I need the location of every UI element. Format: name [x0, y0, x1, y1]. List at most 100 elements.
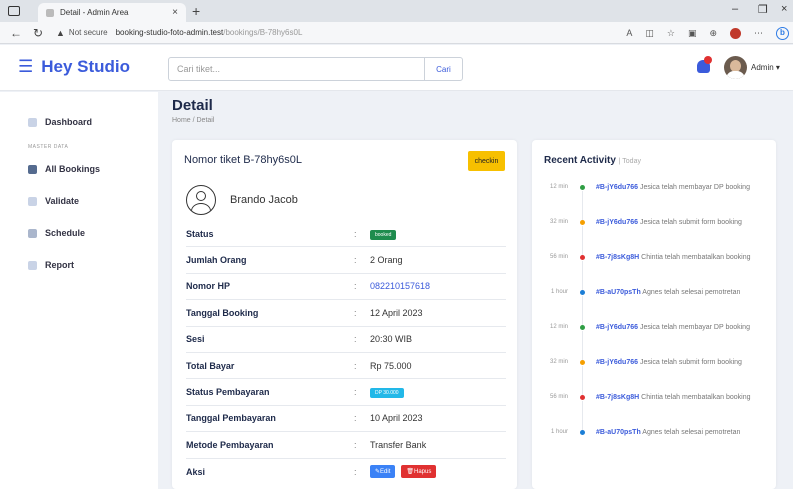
delete-label: Hapus [414, 469, 432, 476]
tab-title: Detail - Admin Area [60, 8, 129, 17]
security-indicator[interactable]: ▲ Not secure [56, 28, 108, 38]
activity-dot [580, 290, 585, 295]
detail-row-payment-status: Status Pembayaran : DP 30.000 [186, 379, 506, 406]
customer-name: Brando Jacob [230, 194, 298, 206]
read-aloud-icon[interactable]: A [626, 28, 632, 38]
row-value: 10 April 2023 [370, 413, 423, 424]
sidebar-item-all-bookings[interactable]: All Bookings [28, 164, 100, 174]
minimize-button[interactable]: – [732, 3, 738, 15]
app-available-icon[interactable]: ◫ [645, 28, 654, 39]
app-header: ☰ Hey Studio Cari Admin ▾ [0, 45, 793, 91]
tab-close-icon[interactable]: × [172, 7, 178, 18]
new-tab-button[interactable]: + [192, 3, 200, 19]
breadcrumb[interactable]: Home / Detail [172, 117, 214, 124]
profile-icon[interactable] [730, 27, 741, 39]
detail-row-total: Total Bayar : Rp 75.000 [186, 353, 506, 380]
booking-link[interactable]: #B-jY6du766 [596, 359, 638, 366]
activity-dot [580, 325, 585, 330]
sidebar-item-report[interactable]: Report [28, 260, 74, 270]
back-icon[interactable]: ← [10, 26, 22, 40]
booking-link[interactable]: #B-jY6du766 [596, 324, 638, 331]
activity-feed: 12 min #B-jY6du766 Jesica telah membayar … [532, 182, 776, 462]
user-menu[interactable]: Admin ▾ [751, 63, 780, 72]
search-button[interactable]: Cari [424, 58, 462, 80]
booking-link[interactable]: #B-aU70psTh [596, 429, 641, 436]
menu-toggle-icon[interactable]: ☰ [18, 57, 33, 77]
detail-row-session: Sesi : 20:30 WIB [186, 327, 506, 353]
activity-item: 1 hour #B-aU70psTh Agnes telah selesai pe… [532, 287, 776, 325]
activity-text: #B-jY6du766 Jesica telah submit form boo… [596, 357, 762, 368]
copilot-icon[interactable]: b [776, 26, 789, 40]
sidebar-item-dashboard[interactable]: Dashboard [28, 117, 92, 127]
activity-item: 56 min #B-7j8sKg8H Chintia telah membatal… [532, 392, 776, 430]
activity-time: 56 min [549, 254, 568, 260]
browser-tab[interactable]: Detail - Admin Area × [38, 3, 186, 22]
activity-dot [580, 220, 585, 225]
more-icon[interactable]: ⋯ [754, 28, 763, 39]
row-sep: : [354, 387, 357, 398]
page-title: Detail [172, 97, 213, 114]
booking-link[interactable]: #B-7j8sKg8H [596, 394, 639, 401]
window-menu-icon[interactable] [8, 6, 20, 16]
chart-icon [28, 260, 37, 270]
url-field[interactable]: booking-studio-foto-admin.test/bookings/… [116, 28, 303, 37]
grid-icon [28, 117, 37, 127]
split-screen-icon[interactable]: ▣ [688, 28, 697, 39]
timeline-line [582, 401, 583, 430]
row-sep: : [354, 439, 357, 450]
phone-link[interactable]: 082210157618 [370, 281, 430, 291]
favicon-icon [46, 8, 54, 17]
activity-message: Agnes telah selesai pemotretan [640, 289, 741, 296]
row-key: Sesi [186, 334, 205, 345]
address-bar: ← ↻ ▲ Not secure booking-studio-foto-adm… [0, 22, 793, 44]
row-key: Jumlah Orang [186, 255, 247, 266]
row-sep: : [354, 307, 357, 318]
row-sep: : [354, 228, 357, 239]
sidebar-item-schedule[interactable]: Schedule [28, 228, 85, 238]
favorite-icon[interactable]: ☆ [667, 28, 675, 39]
booking-detail-card: Nomor tiket B-78hy6s0L checkin Brando Ja… [172, 140, 517, 489]
row-key: Tanggal Pembayaran [186, 413, 276, 424]
delete-button[interactable]: 🗑Hapus [401, 465, 437, 479]
row-sep: : [354, 413, 357, 424]
warning-icon: ▲ [56, 27, 65, 38]
ticket-number: Nomor tiket B-78hy6s0L [184, 154, 302, 166]
collections-icon[interactable]: ⊕ [709, 28, 717, 39]
detail-row-payment-method: Metode Pembayaran : Transfer Bank [186, 432, 506, 459]
activity-dot [580, 255, 585, 260]
booking-link[interactable]: #B-jY6du766 [596, 219, 638, 226]
refresh-icon[interactable]: ↻ [32, 26, 44, 40]
row-sep: : [354, 360, 357, 371]
activity-text: #B-aU70psTh Agnes telah selesai pemotret… [596, 427, 762, 438]
database-icon [28, 164, 37, 174]
maximize-button[interactable]: ❐ [758, 3, 768, 16]
booking-link[interactable]: #B-7j8sKg8H [596, 254, 639, 261]
booking-link[interactable]: #B-aU70psTh [596, 289, 641, 296]
activity-time: 12 min [549, 324, 568, 330]
activity-item: 56 min #B-7j8sKg8H Chintia telah membatal… [532, 252, 776, 290]
logo-text: Hey Studio [41, 57, 131, 76]
activity-title: Recent Activity | Today [544, 155, 641, 166]
timeline-line [582, 366, 583, 395]
notification-bell-icon[interactable] [697, 56, 712, 75]
activity-text: #B-jY6du766 Jesica telah membayar DP boo… [596, 182, 762, 193]
sidebar-item-label: Schedule [45, 228, 86, 238]
search-input[interactable] [169, 58, 424, 80]
activity-item: 32 min #B-jY6du766 Jesica telah submit fo… [532, 357, 776, 395]
booking-link[interactable]: #B-jY6du766 [596, 184, 638, 191]
trash-icon: 🗑 [406, 469, 414, 476]
brand[interactable]: ☰ Hey Studio [18, 57, 130, 77]
activity-title-text: Recent Activity [544, 155, 616, 166]
avatar[interactable] [724, 56, 747, 79]
row-key: Aksi [186, 466, 206, 477]
edit-button[interactable]: ✎Edit [370, 465, 396, 479]
activity-message: Agnes telah selesai pemotretan [640, 429, 741, 436]
sidebar-item-label: All Bookings [45, 164, 101, 174]
detail-row-people: Jumlah Orang : 2 Orang [186, 247, 506, 274]
detail-row-phone: Nomor HP : 082210157618 [186, 274, 506, 301]
close-window-button[interactable]: × [781, 3, 787, 15]
sidebar-item-validate[interactable]: Validate [28, 196, 79, 206]
checkin-button[interactable]: checkin [468, 151, 505, 171]
sidebar-item-label: Report [45, 260, 74, 270]
activity-time: 1 hour [550, 429, 568, 435]
